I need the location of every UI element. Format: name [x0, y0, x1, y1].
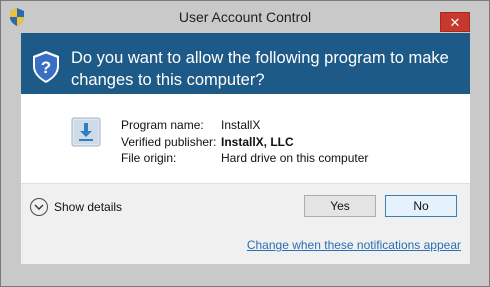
publisher-value: InstallX, LLC [221, 134, 294, 149]
uac-shield-icon: ? [33, 51, 59, 83]
close-icon: ✕ [449, 15, 461, 30]
program-name-label: Program name: [121, 118, 204, 132]
chevron-down-icon [30, 198, 48, 216]
window-title: User Account Control [178, 9, 312, 25]
uac-question: Do you want to allow the following progr… [71, 49, 449, 89]
file-origin-label: File origin: [121, 151, 177, 165]
dialog-footer: Show details Yes No Change when these no… [21, 183, 470, 264]
notification-settings-link[interactable]: Change when these notifications appear [247, 238, 461, 252]
installer-download-icon [71, 117, 101, 147]
show-details-label: Show details [54, 200, 123, 214]
uac-dialog: User Account Control ✕ ? Do you want to … [0, 0, 490, 287]
no-button[interactable]: No [385, 195, 457, 217]
program-info-labels: Program name: Verified publisher: File o… [121, 117, 216, 167]
program-info-values: InstallX InstallX, LLC Hard drive on thi… [221, 117, 368, 167]
close-button[interactable]: ✕ [440, 12, 470, 32]
title-bar: User Account Control ✕ [1, 1, 489, 32]
show-details-button[interactable]: Show details [30, 196, 122, 218]
svg-text:?: ? [41, 58, 51, 77]
yes-button[interactable]: Yes [304, 195, 376, 217]
dialog-body: ? Do you want to allow the following pro… [21, 33, 470, 264]
file-origin-value: Hard drive on this computer [221, 151, 369, 165]
publisher-label: Verified publisher: [121, 134, 217, 149]
question-header: ? Do you want to allow the following pro… [21, 33, 470, 94]
program-name-value: InstallX [221, 118, 261, 132]
